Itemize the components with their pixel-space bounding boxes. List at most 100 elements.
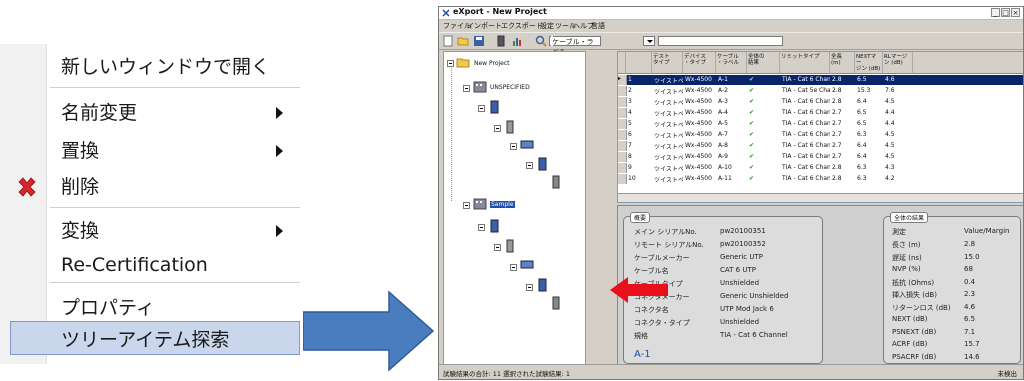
table-row[interactable]: ▸1 ツイストペアWx-4500 A-1 ✔ TIA - Cat 6 Channel2.… [618, 75, 1023, 85]
menu-language[interactable]: 言語 [591, 21, 605, 31]
grid-header-limit-type[interactable]: リミットタイプ [780, 52, 830, 74]
row-header[interactable] [618, 130, 627, 140]
device-node-icon [506, 239, 514, 253]
table-row[interactable]: 5 ツイストペアWx-4500 A-5 ✔ TIA - Cat 6 Channel2.7… [618, 119, 1023, 129]
table-row[interactable]: 10 ツイストペアWx-4500 A-11 ✔ TIA - Cat 6 Channel2… [618, 174, 1023, 184]
table-row[interactable]: 8 ツイストペアWx-4500 A-9 ✔ TIA - Cat 6 Channel2.7… [618, 152, 1023, 162]
summary-group-title: 概要 [630, 212, 651, 223]
table-cell: A-7 [718, 131, 728, 138]
tree-collapse-toggle[interactable] [526, 284, 533, 291]
result-field-value: 2.3 [964, 290, 976, 298]
grid-horizontal-scrollbar[interactable] [618, 193, 1023, 202]
grid-header-index [626, 52, 652, 74]
tree-group-label-selected[interactable]: Sample [490, 201, 515, 208]
minimize-button[interactable]: _ [991, 8, 1000, 17]
row-header[interactable] [618, 163, 627, 173]
search-icon[interactable] [535, 35, 547, 47]
menu-item-rename[interactable]: 名前変更 [0, 92, 300, 132]
menu-item-label: 新しいウィンドウで開く [61, 56, 271, 78]
context-menu: 新しいウィンドウで開く 名前変更 置換 削除 変換 Re-Certificati… [0, 44, 305, 364]
grid-header-test-type[interactable]: テスト タイプ [652, 52, 683, 74]
summary-field-value: pw20100352 [720, 240, 766, 248]
status-bar: 試験結果の合計: 11 選択された試験結果: 1 未検出 [439, 364, 1023, 379]
menu-item-convert[interactable]: 変換 [0, 210, 300, 250]
tree-collapse-toggle[interactable] [494, 244, 501, 251]
menu-item-delete[interactable]: 削除 [0, 166, 300, 206]
table-row[interactable]: 2 ツイストペアWx-4500 A-2 ✔ TIA - Cat 5e Channel2.… [618, 86, 1023, 96]
grid-header-next-margin[interactable]: NEXTマー ジン (dB) [855, 52, 883, 74]
result-field-value: 68 [964, 265, 973, 273]
table-cell: 4 [628, 109, 632, 116]
select-dropdown-button[interactable] [643, 36, 655, 46]
table-row[interactable]: 6 ツイストペアWx-4500 A-7 ✔ TIA - Cat 6 Channel2.7… [618, 130, 1023, 140]
table-cell: 8 [628, 153, 632, 160]
table-cell: 2.7 [832, 120, 842, 127]
table-cell: 2.8 [832, 87, 842, 94]
table-cell: A-1 [718, 76, 728, 83]
menu-import[interactable]: インポート [467, 21, 502, 31]
toolbar: ケーブル・ラベル [439, 32, 1023, 56]
table-cell: 2.8 [832, 98, 842, 105]
table-cell: A-5 [718, 120, 728, 127]
device-icon[interactable] [495, 35, 507, 47]
table-row[interactable]: 4 ツイストペアWx-4500 A-4 ✔ TIA - Cat 6 Channel2.7… [618, 108, 1023, 118]
outlet-icon [552, 296, 560, 310]
new-file-icon[interactable] [442, 35, 454, 47]
building-icon [473, 81, 487, 93]
tree-collapse-toggle[interactable] [526, 162, 533, 169]
table-cell: Wx-4500 [685, 153, 712, 160]
tree-collapse-toggle[interactable] [478, 224, 485, 231]
tree-root-label[interactable]: New Project [474, 60, 510, 67]
tree-collapse-toggle[interactable] [478, 105, 485, 112]
status-right-text: 未検出 [997, 370, 1018, 378]
row-header[interactable] [618, 141, 627, 151]
tree-group-label[interactable]: UNSPECIFIED [490, 84, 530, 91]
menu-item-replace[interactable]: 置換 [0, 130, 300, 170]
open-folder-icon[interactable] [457, 35, 469, 47]
table-cell: ツイストペア [654, 144, 683, 151]
table-cell: 6.3 [857, 175, 867, 182]
tree-collapse-toggle[interactable] [463, 85, 470, 92]
row-header[interactable] [618, 86, 627, 96]
result-field-label: 挿入損失 (dB) [892, 291, 937, 299]
search-field-select[interactable]: ケーブル・ラベル [549, 36, 601, 56]
table-cell: 7.6 [885, 87, 895, 94]
row-header[interactable]: ▸ [618, 75, 627, 85]
row-header[interactable] [618, 97, 627, 107]
result-field-value: 2.8 [964, 240, 976, 248]
table-cell: ツイストペア [654, 100, 683, 107]
table-row[interactable]: 9 ツイストペアWx-4500 A-10 ✔ TIA - Cat 6 Channel2.… [618, 163, 1023, 173]
table-cell: ツイストペア [654, 166, 683, 173]
submenu-arrow-icon [276, 145, 283, 157]
save-icon[interactable] [473, 35, 485, 47]
table-row[interactable]: 3 ツイストペアWx-4500 A-3 ✔ TIA - Cat 6 Channel2.8… [618, 97, 1023, 107]
grid-header-cable-label[interactable]: ケーブル ・ラベル [716, 52, 747, 74]
device-node-icon [506, 120, 514, 134]
grid-header-length[interactable]: 全長 (m) [830, 52, 855, 74]
detail-pane: 概要 メイン シリアルNo. pw20100351 リモート シリアルNo. pw20… [617, 205, 1023, 367]
row-header[interactable] [618, 108, 627, 118]
menu-settings[interactable]: 設定 [540, 21, 554, 31]
maximize-button[interactable]: □ [1001, 8, 1010, 17]
menu-export[interactable]: エクスポート [501, 21, 543, 31]
table-cell: 2.7 [832, 131, 842, 138]
row-header[interactable] [618, 174, 627, 184]
chart-icon[interactable] [511, 35, 523, 47]
tree-collapse-toggle[interactable] [510, 264, 517, 271]
tree-collapse-toggle[interactable] [447, 60, 454, 67]
tree-collapse-toggle[interactable] [510, 143, 517, 150]
grid-header-device-type[interactable]: デバイス ・タイプ [683, 52, 716, 74]
tree-collapse-toggle[interactable] [463, 202, 470, 209]
row-header[interactable] [618, 119, 627, 129]
grid-header-rl-margin[interactable]: RLマージ ン (dB) [883, 52, 913, 74]
grid-header-overall-result[interactable]: 全体の 結果 [747, 52, 780, 74]
search-input[interactable] [658, 36, 783, 46]
row-header[interactable] [618, 152, 627, 162]
table-cell: A-11 [718, 175, 732, 182]
table-row[interactable]: 7 ツイストペアWx-4500 A-8 ✔ TIA - Cat 6 Channel2.7… [618, 141, 1023, 151]
menu-item-tree-item-search[interactable]: ツリーアイテム探索 [10, 321, 300, 355]
app-icon [442, 9, 450, 17]
close-button[interactable]: × [1011, 8, 1020, 17]
tree-collapse-toggle[interactable] [494, 125, 501, 132]
menu-item-open-new-window[interactable]: 新しいウィンドウで開く [0, 46, 300, 86]
